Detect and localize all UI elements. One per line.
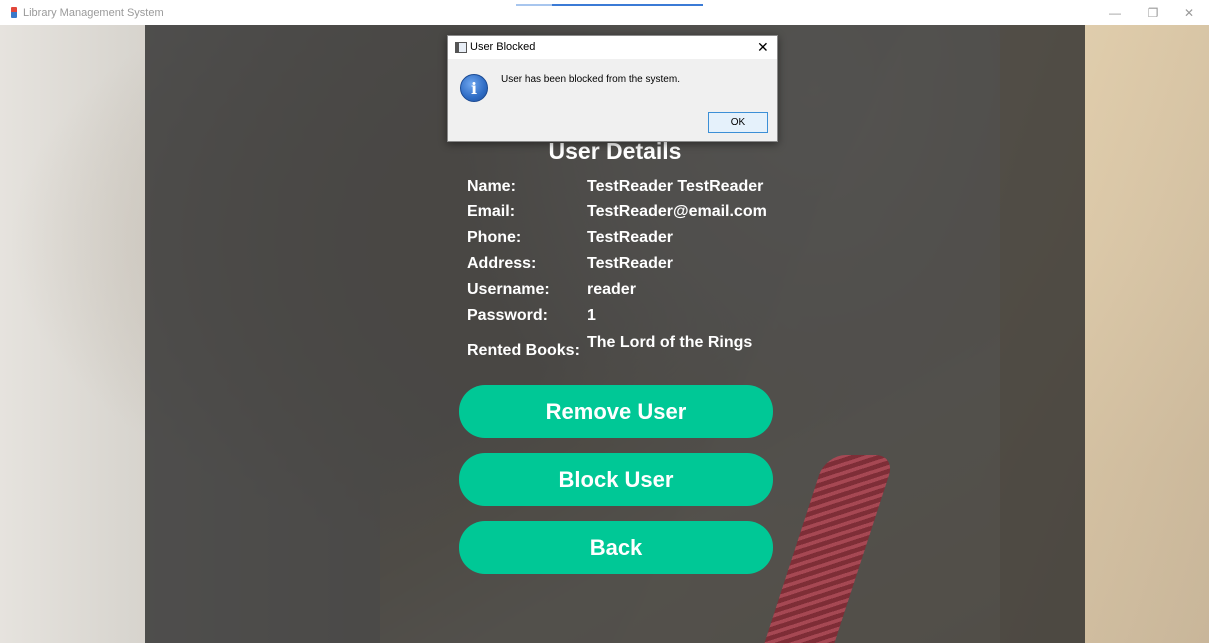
detail-value: TestReader	[587, 229, 673, 246]
detail-value: TestReader@email.com	[587, 203, 767, 220]
maximize-button[interactable]: ❐	[1133, 0, 1173, 25]
detail-value: TestReader TestReader	[587, 178, 764, 195]
detail-value: The Lord of the Rings	[587, 334, 753, 351]
detail-value: 1	[587, 307, 596, 324]
detail-row-name: Name: TestReader TestReader	[467, 178, 797, 202]
detail-row-email: Email: TestReader@email.com	[467, 203, 797, 227]
detail-label: Email:	[467, 203, 516, 220]
block-user-button[interactable]: Block User	[459, 453, 773, 506]
detail-row-phone: Phone: TestReader	[467, 229, 797, 253]
focus-indicator	[516, 4, 703, 6]
detail-label: Username:	[467, 281, 550, 298]
close-window-button[interactable]: ✕	[1169, 0, 1209, 25]
detail-row-username: Username: reader	[467, 281, 797, 305]
detail-label: Address:	[467, 255, 537, 272]
dialog-titlebar: User Blocked ✕	[448, 36, 777, 59]
detail-label: Phone:	[467, 229, 522, 246]
user-blocked-dialog: User Blocked ✕ i User has been blocked f…	[447, 35, 778, 142]
dialog-title: User Blocked	[470, 41, 536, 53]
detail-label: Rented Books:	[467, 342, 580, 359]
detail-row-password: Password: 1	[467, 307, 797, 331]
detail-value: reader	[587, 281, 636, 298]
detail-label: Password:	[467, 307, 548, 324]
dialog-close-button[interactable]: ✕	[757, 39, 769, 56]
ok-button[interactable]: OK	[708, 112, 768, 133]
minimize-button[interactable]: —	[1095, 0, 1135, 25]
page-title: User Details	[548, 138, 682, 164]
dialog-message: User has been blocked from the system.	[501, 74, 680, 85]
detail-value: TestReader	[587, 255, 673, 272]
back-button[interactable]: Back	[459, 521, 773, 574]
detail-label: Name:	[467, 178, 516, 195]
detail-row-rented-books: Rented Books: The Lord of the Rings	[467, 334, 797, 359]
remove-user-button[interactable]: Remove User	[459, 385, 773, 438]
info-icon: i	[460, 74, 488, 102]
detail-row-address: Address: TestReader	[467, 255, 797, 279]
app-icon	[11, 7, 17, 18]
window-icon	[455, 42, 467, 53]
window-title: Library Management System	[23, 6, 164, 19]
